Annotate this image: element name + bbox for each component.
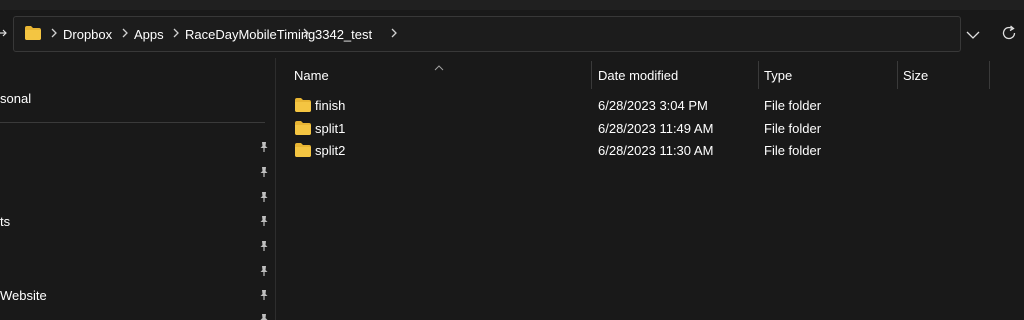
pin-icon[interactable]: [258, 141, 270, 153]
folder-icon: [295, 121, 311, 135]
navigation-pane: sonal ts Website: [0, 58, 274, 320]
file-date-modified: 6/28/2023 11:30 AM: [598, 143, 714, 158]
address-row: Dropbox Apps RaceDayMobileTiming 3342_te…: [0, 10, 1024, 56]
column-header-name[interactable]: Name: [294, 68, 329, 84]
column-divider[interactable]: [591, 61, 592, 89]
pin-icon[interactable]: [258, 215, 270, 227]
breadcrumb-dropbox[interactable]: Dropbox: [63, 27, 112, 43]
file-date-modified: 6/28/2023 11:49 AM: [598, 121, 714, 136]
pin-icon[interactable]: [258, 313, 270, 320]
column-header-type[interactable]: Type: [764, 68, 792, 84]
table-row[interactable]: finish 6/28/2023 3:04 PM File folder: [290, 95, 1010, 117]
breadcrumb-apps[interactable]: Apps: [134, 27, 164, 43]
column-divider[interactable]: [897, 61, 898, 89]
breadcrumb-3342-test[interactable]: 3342_test: [315, 27, 372, 43]
table-row[interactable]: split2 6/28/2023 11:30 AM File folder: [290, 140, 1010, 162]
pin-icon[interactable]: [258, 289, 270, 301]
file-type: File folder: [764, 121, 822, 136]
refresh-icon[interactable]: [1001, 25, 1017, 41]
file-type: File folder: [764, 143, 822, 158]
up-arrow-icon[interactable]: [0, 27, 8, 39]
nav-item-personal[interactable]: sonal: [0, 91, 31, 106]
address-bar[interactable]: Dropbox Apps RaceDayMobileTiming 3342_te…: [13, 16, 961, 52]
chevron-right-icon[interactable]: [301, 26, 311, 40]
chevron-down-icon[interactable]: [966, 29, 980, 39]
nav-item-website[interactable]: Website: [0, 288, 47, 303]
file-type: File folder: [764, 98, 822, 113]
folder-icon: [25, 26, 41, 40]
folder-icon: [295, 98, 311, 112]
file-name: finish: [315, 98, 346, 113]
file-date-modified: 6/28/2023 3:04 PM: [598, 98, 708, 113]
nav-divider: [0, 122, 265, 123]
column-header-size[interactable]: Size: [903, 68, 928, 84]
file-name: split1: [315, 121, 346, 136]
column-divider[interactable]: [758, 61, 759, 89]
pin-icon[interactable]: [258, 166, 270, 178]
pin-icon[interactable]: [258, 265, 270, 277]
pin-icon[interactable]: [258, 240, 270, 252]
breadcrumb-racedaymobiletiming[interactable]: RaceDayMobileTiming: [185, 27, 315, 43]
chevron-right-icon[interactable]: [120, 26, 130, 40]
title-bar-strip: [0, 0, 1024, 10]
sort-ascending-icon: [434, 60, 444, 71]
table-row[interactable]: split1 6/28/2023 11:49 AM File folder: [290, 118, 1010, 140]
nav-item-documents[interactable]: ts: [0, 214, 10, 229]
chevron-right-icon[interactable]: [49, 26, 59, 40]
file-name: split2: [315, 143, 346, 158]
file-list: Name Date modified Type Size finish 6/28…: [276, 58, 1024, 320]
column-header-date-modified[interactable]: Date modified: [598, 68, 678, 84]
chevron-right-icon[interactable]: [171, 26, 181, 40]
chevron-right-icon[interactable]: [389, 26, 399, 40]
folder-icon: [295, 143, 311, 157]
column-divider[interactable]: [989, 61, 990, 89]
pin-icon[interactable]: [258, 191, 270, 203]
